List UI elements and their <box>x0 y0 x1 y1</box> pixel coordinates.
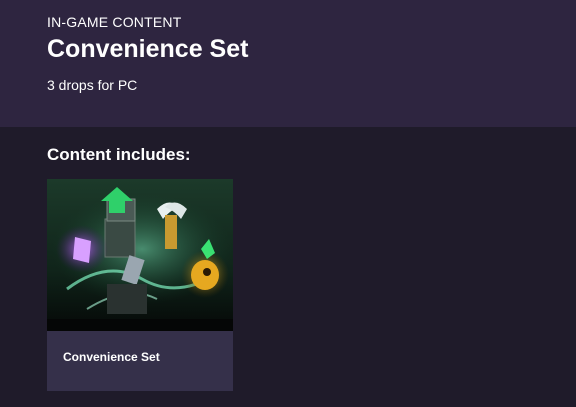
content-type-label: IN-GAME CONTENT <box>47 14 182 30</box>
content-includes-heading: Content includes: <box>47 145 191 164</box>
content-item-label: Convenience Set <box>63 350 160 364</box>
offer-header: IN-GAME CONTENT Convenience Set 3 drops … <box>0 0 576 127</box>
drop-count-label: 3 drops for PC <box>47 77 138 93</box>
content-item-card[interactable]: Convenience Set <box>47 179 233 391</box>
game-items-artwork <box>47 179 233 331</box>
page-title: Convenience Set <box>47 35 249 63</box>
